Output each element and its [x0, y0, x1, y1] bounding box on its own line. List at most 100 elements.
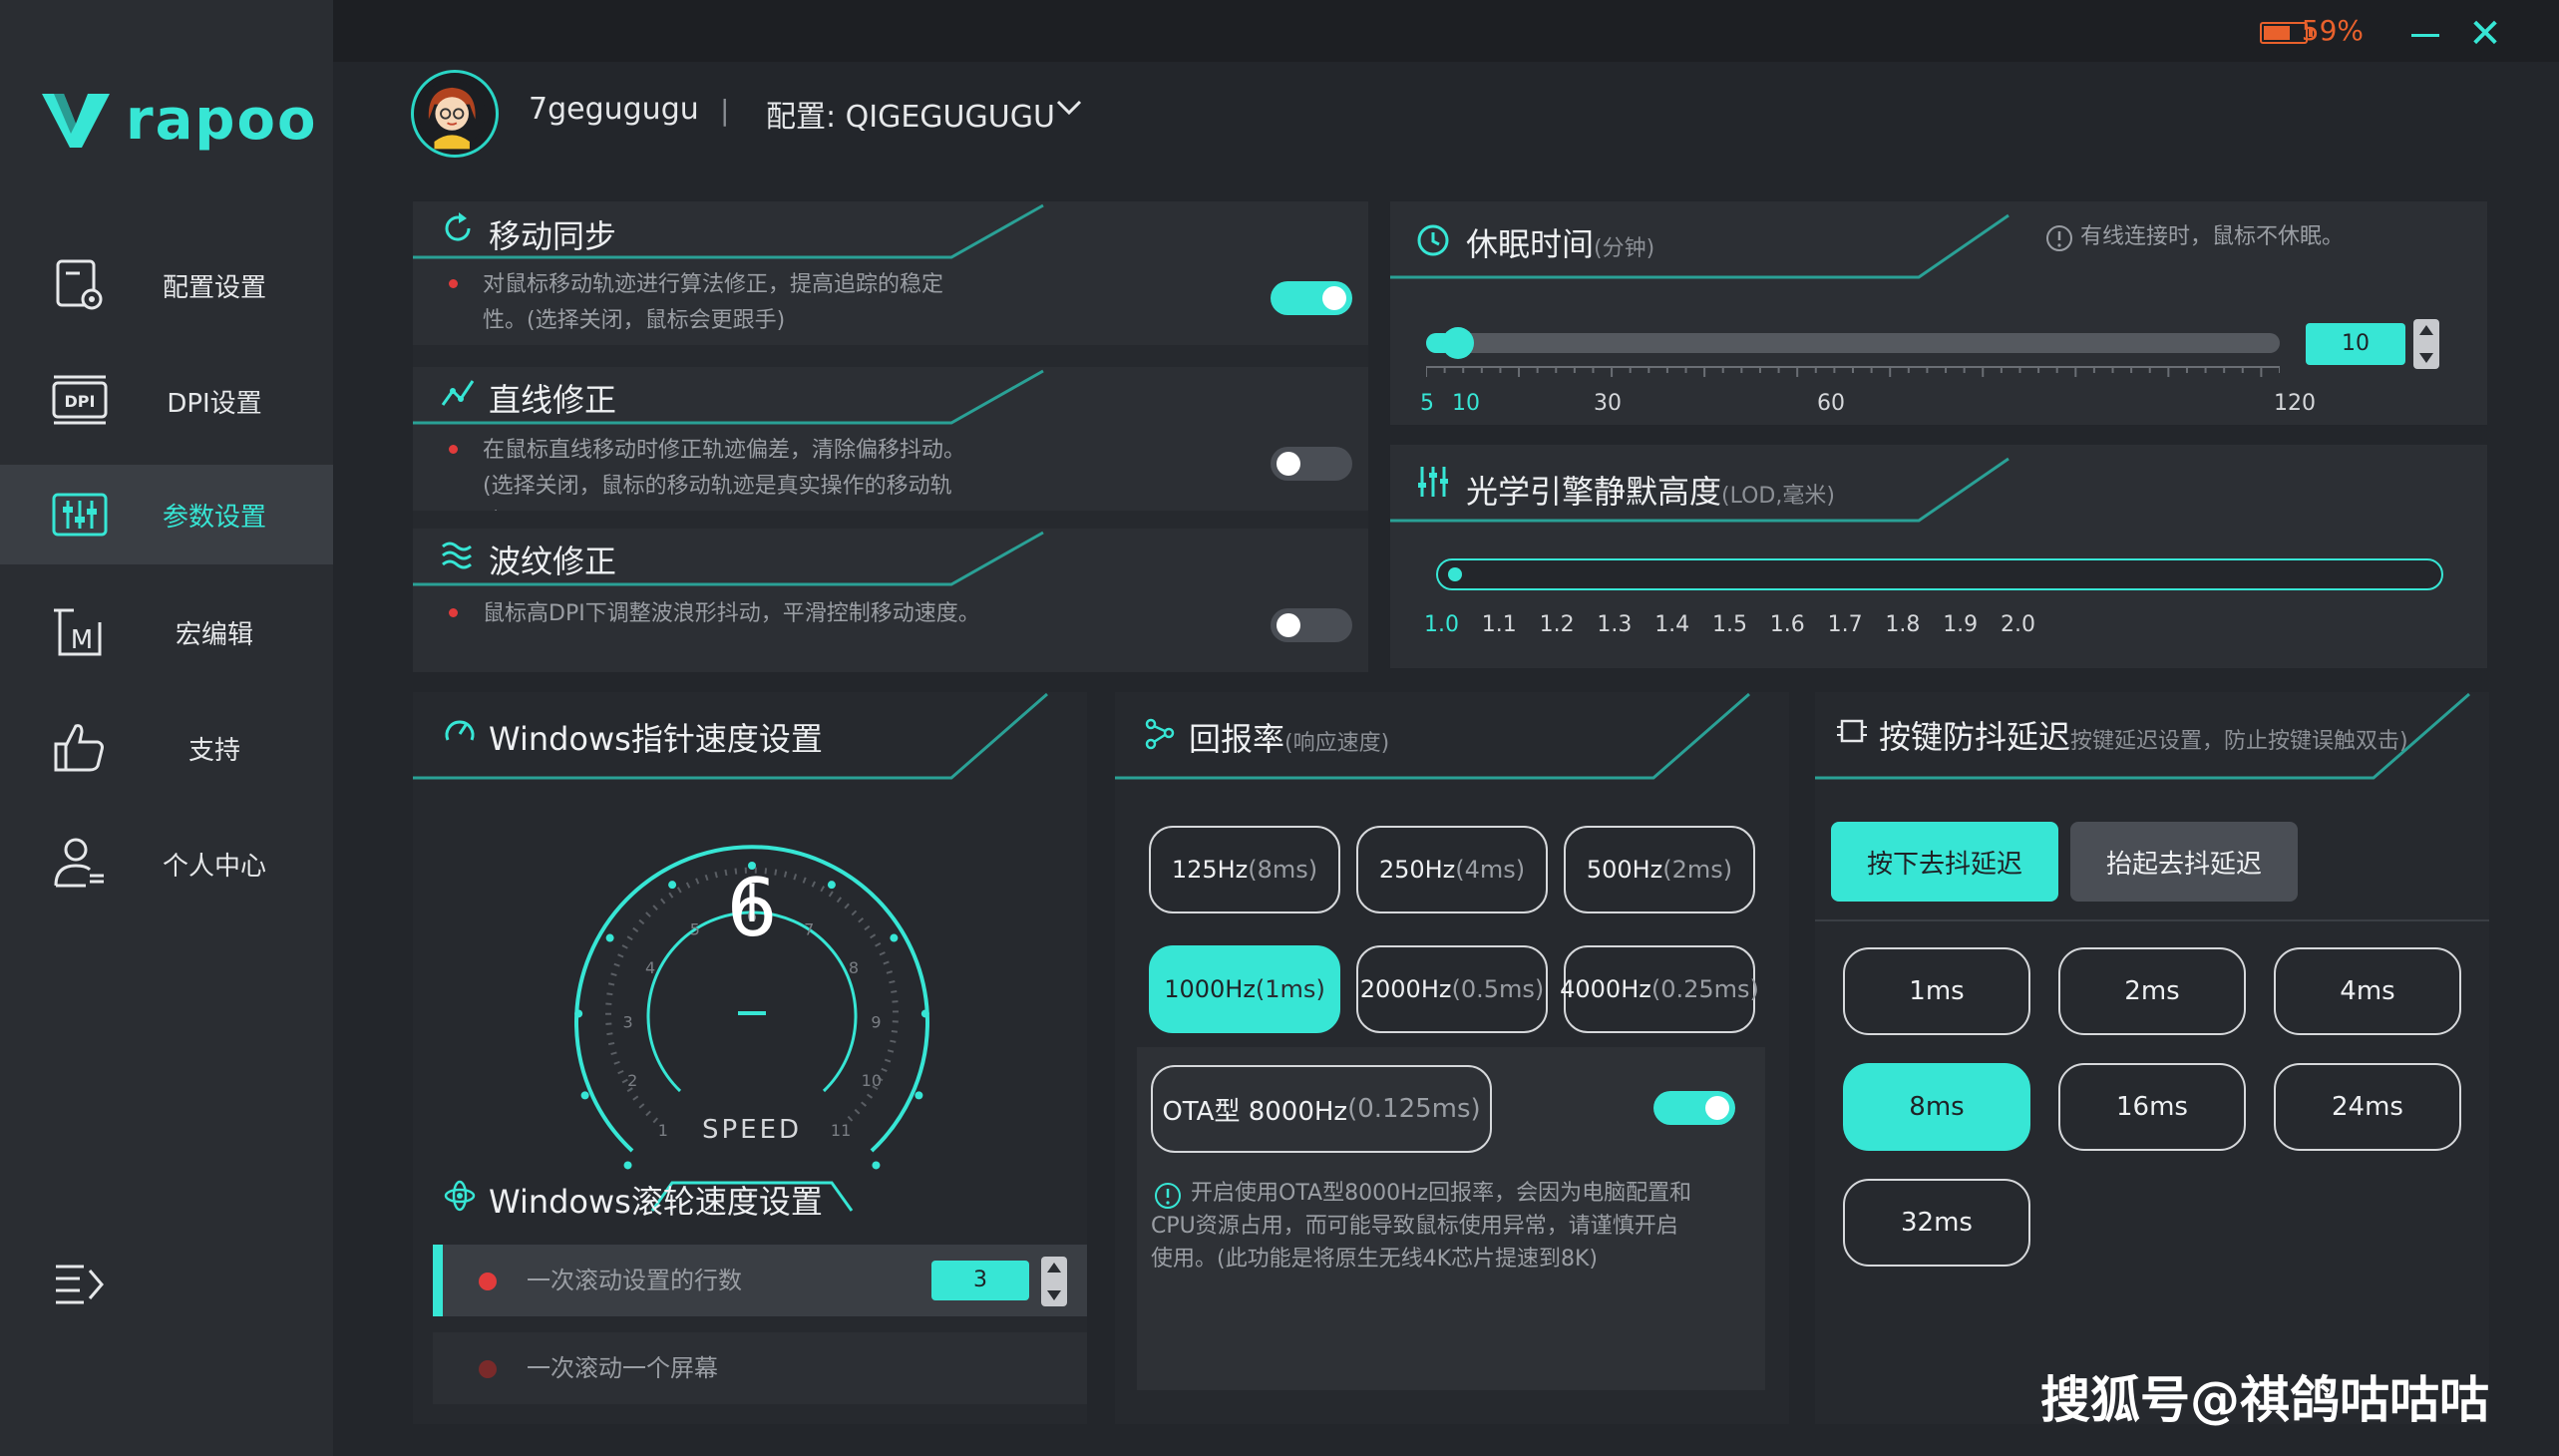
sidebar-item-user-center[interactable]: 个人中心	[0, 814, 333, 913]
rapoo-v-logo-icon	[42, 93, 110, 148]
ripple-toggle[interactable]	[1271, 608, 1352, 642]
minimize-button[interactable]	[2411, 34, 2439, 37]
sidebar-item-dpi[interactable]: DPI DPI设置	[0, 351, 333, 451]
polling-500hz[interactable]: 500Hz (2ms)	[1564, 826, 1755, 913]
wheel-option-screen[interactable]: 一次滚动一个屏幕	[433, 1332, 1087, 1404]
polling-250hz[interactable]: 250Hz (4ms)	[1356, 826, 1548, 913]
logo-text: rapoo	[126, 88, 318, 153]
debounce-8ms[interactable]: 8ms	[1843, 1063, 2030, 1151]
sleep-label-max: 120	[2274, 391, 2316, 416]
release-debounce-tab[interactable]: 抬起去抖延迟	[2070, 822, 2298, 902]
debounce-4ms[interactable]: 4ms	[2274, 947, 2461, 1035]
debounce-panel: 按键防抖延迟按键延迟设置，防止按键误触双击) 按下去抖延迟 抬起去抖延迟 1ms…	[1815, 692, 2489, 1424]
dial-dot	[920, 1009, 929, 1018]
debounce-1ms[interactable]: 1ms	[1843, 947, 2030, 1035]
thumbs-up-icon	[54, 724, 104, 772]
sidebar-item-label: 参数设置	[162, 502, 266, 533]
dial-label: 2	[627, 1071, 637, 1090]
motion-sync-desc: 对鼠标移动轨迹进行算法修正，提高追踪的稳定 性。(选择关闭，鼠标会更跟手)	[483, 272, 944, 333]
username: 7gegugugu	[529, 92, 699, 127]
scroll-wheel-icon	[444, 1180, 476, 1212]
profile-separator: |	[720, 94, 730, 127]
chevron-down-icon[interactable]	[1055, 98, 1083, 118]
ota-8000hz-chip[interactable]: OTA型 8000Hz (0.125ms)	[1151, 1065, 1492, 1153]
polling-125hz[interactable]: 125Hz (8ms)	[1149, 826, 1340, 913]
sleep-slider-track[interactable]	[1426, 327, 2280, 359]
dial-dot	[623, 1161, 632, 1170]
debounce-2ms[interactable]: 2ms	[2058, 947, 2246, 1035]
pointer-speed-dial[interactable]: 1234567891011	[533, 792, 971, 1241]
title-underline	[413, 692, 1048, 780]
lod-label-1.1: 1.1	[1481, 612, 1517, 637]
debounce-24ms[interactable]: 24ms	[2274, 1063, 2461, 1151]
sidebar-item-label: DPI设置	[167, 388, 262, 419]
sidebar-item-support[interactable]: 支持	[0, 698, 333, 798]
avatar[interactable]	[411, 70, 499, 158]
rapoo-logo: rapoo	[40, 88, 317, 153]
title-underline	[1390, 457, 2010, 523]
wheel-option-screen-label: 一次滚动一个屏幕	[527, 1354, 718, 1382]
press-debounce-tab[interactable]: 按下去抖延迟	[1831, 822, 2058, 902]
ota-note: 开启使用OTA型8000Hz回报率，会因为电脑配置和 CPU资源占用，而可能导致…	[1151, 1181, 1692, 1272]
scroll-lines-input[interactable]: 3	[931, 1261, 1029, 1300]
sidebar-item-label: 宏编辑	[175, 619, 253, 650]
sleep-value-input[interactable]: 10	[2306, 323, 2405, 365]
polling-2000hz[interactable]: 2000Hz (0.5ms)	[1356, 945, 1548, 1033]
sleep-label-min: 5	[1420, 391, 1434, 416]
polling-4000hz[interactable]: 4000Hz (0.25ms)	[1560, 945, 1759, 1033]
title-bar: 59% ✕	[333, 0, 2559, 62]
angle-snap-toggle[interactable]	[1271, 447, 1352, 481]
lod-label-1.6: 1.6	[1769, 612, 1805, 637]
pointer-speed-panel: Windows指针速度设置 1234567891011 6 SPEED Wind…	[413, 692, 1087, 1424]
divider	[1815, 919, 2489, 921]
svg-text:M: M	[71, 625, 93, 655]
close-button[interactable]: ✕	[2467, 14, 2503, 54]
radio-unselected[interactable]	[479, 1360, 497, 1378]
motion-sync-toggle[interactable]	[1271, 281, 1352, 315]
polling-1000hz[interactable]: 1000Hz (1ms)	[1149, 945, 1340, 1033]
sidebar-item-config[interactable]: 配置设置	[0, 235, 333, 335]
pointer-speed-underline	[738, 1011, 766, 1015]
debounce-32ms[interactable]: 32ms	[1843, 1179, 2030, 1267]
user-icon	[54, 838, 104, 888]
sidebar-item-params[interactable]: 参数设置	[0, 465, 333, 564]
sleep-slider-ticks	[1426, 366, 2280, 377]
avatar-image	[418, 80, 486, 150]
profile-selector[interactable]: 配置: QIGEGUGUGU	[766, 92, 1055, 136]
polling-rate-panel: 回报率(响应速度) 125Hz (8ms) 250Hz (4ms) 500Hz (2m…	[1115, 692, 1789, 1424]
ripple-desc: 鼠标高DPI下调整波浪形抖动，平滑控制移动速度。	[483, 601, 980, 626]
sleep-time-panel: 休眠时间(分钟) 有线连接时，鼠标不休眠。 5 10 30 60 120 10	[1390, 201, 2487, 425]
ripple-control-card: 波纹修正 鼠标高DPI下调整波浪形抖动，平滑控制移动速度。	[413, 529, 1368, 672]
title-underline	[413, 369, 1044, 425]
ota-section: OTA型 8000Hz (0.125ms) 开启使用OTA型8000Hz回报率，会…	[1137, 1047, 1765, 1390]
debounce-16ms[interactable]: 16ms	[2058, 1063, 2246, 1151]
dial-label: 4	[645, 958, 655, 977]
bullet-dot	[449, 608, 458, 617]
bullet-dot	[449, 279, 458, 288]
menu-icon[interactable]	[54, 1261, 106, 1304]
lod-panel: 光学引擎静默高度(LOD,毫米) 1.0 1.1 1.2 1.3 1.4 1.5 1.6 1.…	[1390, 445, 2487, 668]
wheel-option-lines[interactable]: 一次滚动设置的行数 3	[433, 1245, 1087, 1316]
lod-label-1.8: 1.8	[1885, 612, 1921, 637]
ota-8000hz-toggle[interactable]	[1653, 1091, 1735, 1125]
dpi-icon: DPI	[52, 375, 108, 425]
radio-selected[interactable]	[479, 1273, 497, 1290]
lod-slider-handle[interactable]	[1448, 567, 1462, 581]
lod-label-1.2: 1.2	[1539, 612, 1575, 637]
sleep-value-stepper[interactable]	[2413, 319, 2439, 369]
lod-label-2.0: 2.0	[2001, 612, 2035, 637]
lod-label-1.3: 1.3	[1597, 612, 1633, 637]
dial-label: 1	[658, 1121, 668, 1140]
info-icon	[2046, 225, 2072, 251]
sidebar-item-macro[interactable]: M 宏编辑	[0, 582, 333, 682]
title-underline	[1115, 692, 1750, 780]
dial-label: 10	[862, 1071, 882, 1090]
scroll-lines-stepper[interactable]	[1041, 1257, 1067, 1306]
sleep-slider-handle[interactable]	[1442, 327, 1474, 359]
lod-slider-track[interactable]	[1436, 558, 2443, 590]
sleep-label-60: 60	[1817, 391, 1845, 416]
dial-label: 11	[831, 1121, 851, 1140]
sleep-label-10: 10	[1452, 391, 1480, 416]
dial-label: 8	[849, 958, 859, 977]
lod-label-1.4: 1.4	[1654, 612, 1690, 637]
